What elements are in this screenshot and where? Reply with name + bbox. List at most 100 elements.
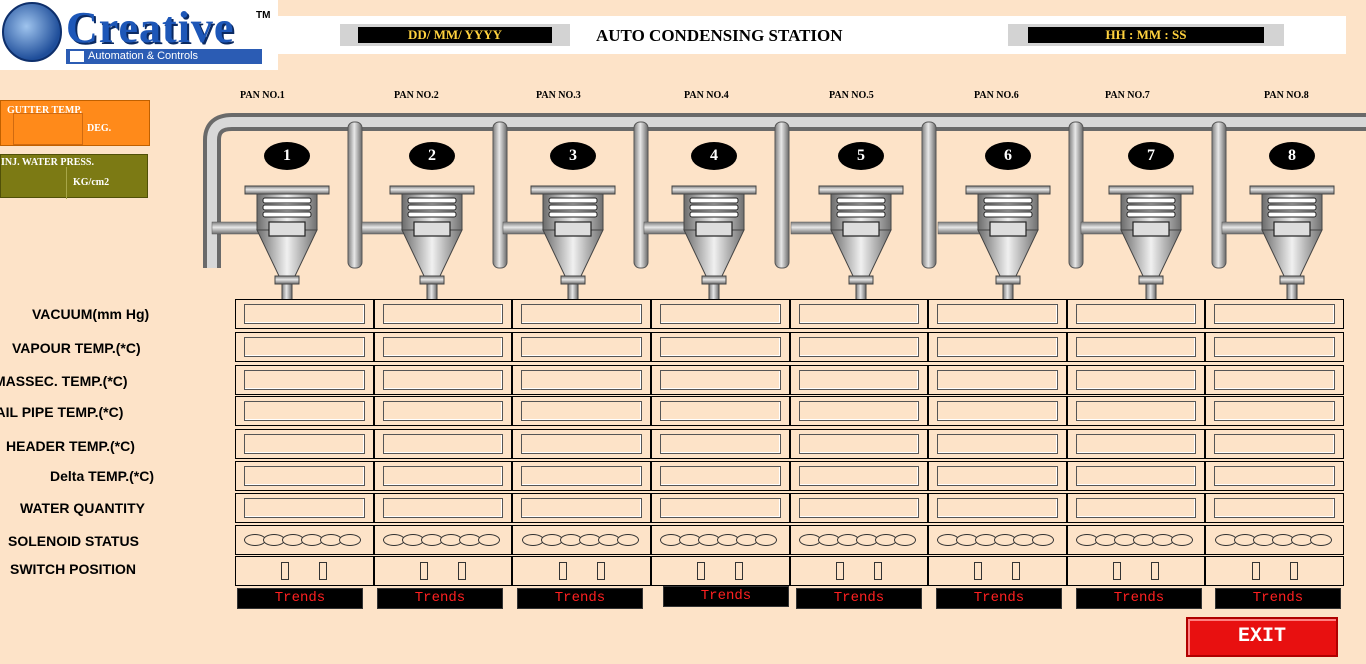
trends-button[interactable]: Trends bbox=[377, 588, 503, 609]
pan-label: PAN NO.4 bbox=[684, 90, 729, 101]
value-field bbox=[1075, 337, 1197, 357]
value-field bbox=[937, 498, 1058, 518]
value-cell bbox=[1206, 366, 1343, 394]
value-field bbox=[1075, 304, 1197, 324]
trends-button[interactable]: Trends bbox=[1076, 588, 1202, 609]
solenoid-cell bbox=[1206, 526, 1343, 554]
value-field bbox=[382, 304, 504, 324]
value-cell bbox=[375, 300, 514, 328]
value-cell bbox=[929, 333, 1068, 361]
switch-cell bbox=[375, 557, 514, 585]
value-field bbox=[659, 498, 781, 518]
value-cell bbox=[929, 300, 1068, 328]
value-field bbox=[382, 337, 504, 357]
trends-button[interactable]: Trends bbox=[237, 588, 363, 609]
pan-label: PAN NO.6 bbox=[974, 90, 1019, 101]
switch-indicator bbox=[1289, 562, 1298, 580]
value-cell bbox=[652, 462, 791, 490]
value-field bbox=[244, 401, 365, 421]
value-field bbox=[798, 337, 920, 357]
value-field bbox=[1214, 370, 1335, 390]
value-field bbox=[937, 370, 1058, 390]
table-row bbox=[235, 493, 1344, 523]
table-row bbox=[235, 429, 1344, 459]
table-row bbox=[235, 332, 1344, 362]
pan-label: PAN NO.7 bbox=[1105, 90, 1150, 101]
pan-number-badge: 8 bbox=[1269, 142, 1315, 170]
trends-button[interactable]: Trends bbox=[517, 588, 643, 609]
value-cell bbox=[652, 300, 791, 328]
switch-indicator bbox=[596, 562, 605, 580]
value-field bbox=[382, 466, 504, 486]
switch-indicator bbox=[1251, 562, 1260, 580]
solenoid-indicator bbox=[477, 534, 500, 546]
pan-number-badge: 4 bbox=[691, 142, 737, 170]
value-cell bbox=[1206, 333, 1343, 361]
value-cell bbox=[652, 333, 791, 361]
value-field bbox=[798, 434, 920, 454]
value-cell bbox=[375, 397, 514, 425]
solenoid-indicator bbox=[1032, 534, 1055, 546]
value-cell bbox=[375, 430, 514, 458]
row-label-vacuum: VACUUM(mm Hg) bbox=[32, 306, 150, 322]
value-cell bbox=[1206, 462, 1343, 490]
table-row bbox=[235, 461, 1344, 491]
solenoid-indicator bbox=[616, 534, 639, 546]
switch-cell bbox=[929, 557, 1068, 585]
trends-button[interactable]: Trends bbox=[1215, 588, 1341, 609]
value-cell bbox=[929, 494, 1068, 522]
switch-indicator bbox=[873, 562, 882, 580]
value-cell bbox=[236, 300, 375, 328]
trends-button[interactable]: Trends bbox=[663, 586, 789, 607]
exit-button[interactable]: EXIT bbox=[1186, 617, 1338, 657]
switch-indicator bbox=[558, 562, 567, 580]
switch-indicator bbox=[281, 562, 290, 580]
solenoid-indicator bbox=[1309, 534, 1332, 546]
value-field bbox=[1214, 498, 1335, 518]
pan-number-badge: 3 bbox=[550, 142, 596, 170]
pan-number-badge: 5 bbox=[838, 142, 884, 170]
solenoid-cell bbox=[236, 526, 375, 554]
switch-indicator bbox=[319, 562, 328, 580]
switch-indicator bbox=[1151, 562, 1160, 580]
row-label-water-quantity: WATER QUANTITY bbox=[20, 500, 145, 516]
solenoid-indicator bbox=[755, 534, 778, 546]
value-cell bbox=[652, 366, 791, 394]
trends-button[interactable]: Trends bbox=[796, 588, 922, 609]
value-field bbox=[382, 370, 504, 390]
row-label-vapour-temp: VAPOUR TEMP.(*C) bbox=[12, 340, 141, 356]
switch-cell bbox=[1068, 557, 1207, 585]
value-cell bbox=[791, 494, 930, 522]
value-cell bbox=[652, 397, 791, 425]
value-field bbox=[244, 434, 365, 454]
value-cell bbox=[513, 430, 652, 458]
value-cell bbox=[652, 494, 791, 522]
value-field bbox=[244, 370, 365, 390]
value-field bbox=[521, 466, 642, 486]
pan-label: PAN NO.3 bbox=[536, 90, 581, 101]
value-cell bbox=[236, 366, 375, 394]
value-cell bbox=[929, 397, 1068, 425]
value-field bbox=[521, 337, 642, 357]
trends-button[interactable]: Trends bbox=[936, 588, 1062, 609]
value-field bbox=[1075, 466, 1197, 486]
value-field bbox=[521, 401, 642, 421]
row-label-header-temp: HEADER TEMP.(*C) bbox=[6, 438, 135, 454]
switch-indicator bbox=[419, 562, 428, 580]
solenoid-cell bbox=[791, 526, 930, 554]
switch-cell bbox=[513, 557, 652, 585]
value-cell bbox=[1068, 494, 1207, 522]
pan-label: PAN NO.2 bbox=[394, 90, 439, 101]
pan-number-badge: 1 bbox=[264, 142, 310, 170]
pan-label: PAN NO.5 bbox=[829, 90, 874, 101]
value-cell bbox=[929, 366, 1068, 394]
switch-cell bbox=[236, 557, 375, 585]
pan-label: PAN NO.8 bbox=[1264, 90, 1309, 101]
pan-label: PAN NO.1 bbox=[240, 90, 285, 101]
value-cell bbox=[1206, 300, 1343, 328]
value-field bbox=[382, 401, 504, 421]
switch-cell bbox=[1206, 557, 1343, 585]
value-field bbox=[659, 466, 781, 486]
value-field bbox=[659, 337, 781, 357]
table-row bbox=[235, 396, 1344, 426]
